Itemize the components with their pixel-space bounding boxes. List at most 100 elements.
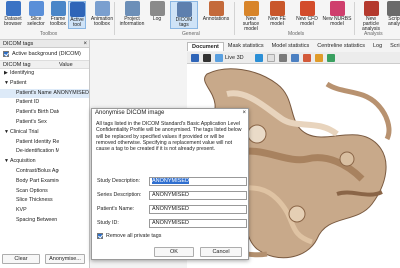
active-background-checkbox[interactable]: Active background (DICOM) — [0, 48, 89, 60]
clear-button[interactable]: Clear — [2, 254, 40, 264]
document-tab[interactable]: Model statistics — [268, 42, 314, 51]
view-mode-icon[interactable] — [191, 54, 199, 62]
tree-row[interactable]: Spacing Between Slices — [0, 216, 89, 226]
field-label: Series Description: — [97, 192, 142, 198]
tag-value — [59, 138, 89, 148]
field-label: Patient's Name: — [97, 206, 135, 212]
live3d-label: Live 3D — [225, 55, 244, 61]
live3d-toggle-icon[interactable] — [215, 54, 223, 62]
tag-value — [59, 128, 89, 138]
ribbon-icon — [176, 2, 192, 17]
tag-name: Patient — [10, 79, 27, 86]
tree-row[interactable]: Patient's Sex — [0, 118, 89, 128]
cancel-button[interactable]: Cancel — [200, 247, 242, 257]
field-value: ANONYMISED — [152, 205, 189, 212]
tree-row[interactable]: ▼Patient — [0, 79, 89, 89]
dialog-message: All tags listed in the DICOM Standard's … — [96, 121, 242, 153]
dialog-field-row: Series Description: ANONYMISED — [97, 190, 247, 200]
measure-icon[interactable] — [303, 54, 311, 62]
tree-row[interactable]: Patient's Name ANONYMISED — [0, 88, 89, 99]
tag-value — [59, 118, 89, 128]
document-tab[interactable]: Log — [369, 42, 386, 51]
ribbon-separator — [354, 2, 355, 35]
document-tab[interactable]: Scrip — [386, 42, 400, 51]
tree-row[interactable]: ▶ Identifying — [0, 69, 89, 79]
tree-row[interactable]: Slice Thickness — [0, 196, 89, 206]
cube-icon[interactable] — [279, 54, 287, 62]
ribbon-button[interactable]: Slice selector — [26, 1, 46, 27]
tree-row-key: Body Part Examined — [0, 177, 59, 187]
camera-icon[interactable] — [255, 54, 263, 62]
tag-value — [59, 98, 89, 108]
tree-row[interactable]: Patient ID — [0, 98, 89, 108]
ribbon-button-label: New surface model — [242, 16, 260, 32]
tree-row[interactable]: ▼Clinical Trial — [0, 128, 89, 138]
ribbon-button-label: Log — [152, 16, 162, 22]
tag-value — [59, 216, 89, 226]
ribbon-button[interactable]: New FE model — [264, 1, 290, 27]
remove-private-tags-checkbox[interactable]: Remove all private tags — [97, 233, 161, 239]
ribbon-group-label: Models — [288, 31, 305, 37]
document-tab[interactable]: Document — [187, 42, 224, 51]
ribbon-button[interactable]: Dataset browser — [2, 1, 24, 27]
tree-row[interactable]: ▼Acquisition — [0, 157, 89, 167]
ribbon-button[interactable]: Frame toolbox — [48, 1, 68, 27]
ribbon-button[interactable]: New surface model — [238, 1, 264, 32]
tag-value — [59, 157, 89, 167]
ribbon-button[interactable]: DICOM tags — [170, 1, 198, 29]
tree-row[interactable]: Patient's Birth Date — [0, 108, 89, 118]
ribbon-button[interactable]: Animation toolbox — [88, 1, 116, 27]
panel-title: DICOM tags × — [0, 40, 89, 48]
ribbon-icon — [243, 1, 259, 16]
field-input[interactable]: ANONYMISED — [149, 218, 247, 228]
document-tabs: Document Mask statistics Model statistics C… — [187, 42, 400, 51]
render-icon[interactable] — [203, 54, 211, 62]
ribbon-icon — [386, 1, 400, 16]
ribbon-button[interactable]: Log — [148, 1, 166, 22]
ribbon-icon — [208, 1, 224, 16]
ribbon-button[interactable]: Annotations — [200, 1, 232, 22]
tag-name: Contrast/Bolus Agent — [16, 167, 59, 174]
document-tab[interactable]: Mask statistics — [224, 42, 268, 51]
dicom-tags-panel: DICOM tags × Active background (DICOM) D… — [0, 40, 90, 268]
ribbon-button-label: Animation toolbox — [90, 16, 114, 27]
ribbon-button[interactable]: Active tool — [68, 1, 86, 29]
ribbon-button[interactable]: Project information — [118, 1, 146, 27]
grid-icon[interactable] — [267, 54, 275, 62]
ribbon-button[interactable]: New particle analysis — [358, 1, 384, 32]
tag-tree: ▶ Identifying ▼Patient Patient's Name ANONYM… — [0, 69, 89, 226]
tag-name: Slice Thickness — [16, 197, 53, 204]
tree-row-key: Patient ID — [0, 98, 59, 108]
tree-row[interactable]: De-identification Method — [0, 147, 89, 157]
close-icon[interactable]: × — [83, 40, 87, 48]
document-tab[interactable]: Centreline statistics — [313, 42, 369, 51]
tree-row[interactable]: Patient Identity Removed — [0, 138, 89, 148]
dialog-title: Anonymise DICOM image × — [92, 109, 248, 118]
tree-row-key: ▶ Identifying — [0, 69, 59, 79]
tree-row[interactable]: Contrast/Bolus Agent — [0, 167, 89, 177]
column-header-value: Value — [59, 62, 73, 68]
anonymise-dialog: Anonymise DICOM image × All tags listed … — [91, 108, 249, 260]
tree-row-key: ▼Clinical Trial — [0, 128, 59, 138]
panel-title-text: DICOM tags — [3, 41, 34, 47]
dialog-close-icon[interactable]: × — [242, 109, 246, 118]
ok-button[interactable]: OK — [154, 247, 194, 257]
tree-row-key: Scan Options — [0, 187, 59, 197]
tag-value: ANONYMISED — [53, 89, 89, 96]
ribbon-icon — [269, 1, 285, 16]
tree-row[interactable]: KVP — [0, 206, 89, 216]
clip-icon[interactable] — [327, 54, 335, 62]
field-input[interactable]: ANONYMISED — [149, 190, 247, 200]
field-value: ANONYMISED — [152, 191, 189, 198]
ribbon-button[interactable]: Scrip analy — [386, 1, 400, 27]
tree-row[interactable]: Body Part Examined — [0, 177, 89, 187]
light-icon[interactable] — [315, 54, 323, 62]
ribbon-button[interactable]: New NURBS model — [320, 1, 354, 27]
panel-buttons: Clear Anonymise... — [0, 254, 92, 266]
anonymise-button[interactable]: Anonymise... — [45, 254, 85, 264]
field-input[interactable]: ANONYMISED — [149, 204, 247, 214]
rotate-icon[interactable] — [291, 54, 299, 62]
ribbon-button[interactable]: New CFD model — [294, 1, 320, 27]
tree-row[interactable]: Scan Options — [0, 187, 89, 197]
field-input[interactable]: ANONYMISED — [149, 176, 247, 186]
